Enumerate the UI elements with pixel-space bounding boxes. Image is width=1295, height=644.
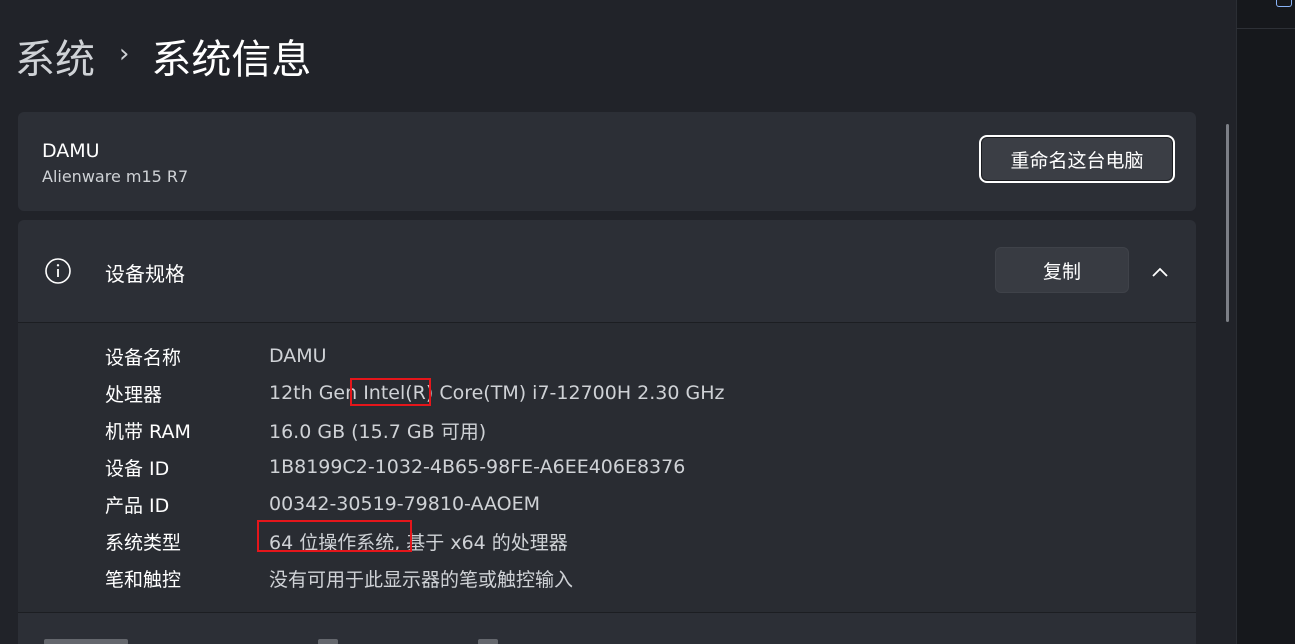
spec-row-device-name: 设备名称 DAMU xyxy=(105,341,327,371)
device-name: DAMU xyxy=(42,140,100,162)
divider xyxy=(1236,0,1237,644)
spec-value[interactable]: DAMU xyxy=(269,345,327,367)
spec-row-product-id: 产品 ID 00342-30519-79810-AAOEM xyxy=(105,489,540,519)
spec-row-pen-touch: 笔和触控 没有可用于此显示器的笔或触控输入 xyxy=(105,563,573,593)
spec-label: 机带 RAM xyxy=(105,420,191,443)
spec-value[interactable]: 00342-30519-79810-AAOEM xyxy=(269,493,540,515)
highlight-box-intel xyxy=(350,378,431,406)
breadcrumb-separator-icon: › xyxy=(119,39,130,69)
info-icon xyxy=(45,258,71,284)
spec-value[interactable]: 没有可用于此显示器的笔或触控输入 xyxy=(269,565,573,592)
spec-value[interactable]: 16.0 GB (15.7 GB 可用) xyxy=(269,417,486,444)
spec-row-ram: 机带 RAM 16.0 GB (15.7 GB 可用) xyxy=(105,415,486,445)
spec-label: 设备 ID xyxy=(105,457,170,480)
next-card-text-peek xyxy=(478,639,498,644)
spec-label: 设备名称 xyxy=(105,346,182,369)
device-specs-card: 设备规格 复制 设备名称 DAMU 处理器 12th Gen Intel(R) … xyxy=(18,220,1196,620)
spec-label: 系统类型 xyxy=(105,531,182,554)
page-title: 系统信息 xyxy=(151,37,312,83)
settings-window: 系统 › 系统信息 DAMU Alienware m15 R7 重命名这台电脑 … xyxy=(0,0,1295,644)
device-model: Alienware m15 R7 xyxy=(42,167,189,186)
spec-label: 笔和触控 xyxy=(105,568,182,591)
device-card: DAMU Alienware m15 R7 重命名这台电脑 xyxy=(18,112,1196,211)
scrollbar-thumb[interactable] xyxy=(1226,124,1229,322)
device-specs-title: 设备规格 xyxy=(105,262,185,286)
spec-row-device-id: 设备 ID 1B8199C2-1032-4B65-98FE-A6EE406E83… xyxy=(105,452,685,482)
spec-label: 产品 ID xyxy=(105,494,170,517)
rename-pc-button[interactable]: 重命名这台电脑 xyxy=(979,135,1175,183)
copy-button[interactable]: 复制 xyxy=(995,247,1129,293)
device-specs-header[interactable]: 设备规格 复制 xyxy=(18,220,1196,323)
spec-value[interactable]: 1B8199C2-1032-4B65-98FE-A6EE406E8376 xyxy=(269,456,685,478)
next-card-text-peek xyxy=(44,639,128,644)
chevron-up-icon[interactable] xyxy=(1148,260,1172,284)
divider xyxy=(1236,28,1295,29)
spec-label: 处理器 xyxy=(105,383,163,406)
next-card-peek xyxy=(18,612,1196,644)
window-icon xyxy=(1276,0,1292,7)
next-card-text-peek xyxy=(318,639,338,644)
highlight-box-64bit xyxy=(257,520,412,552)
breadcrumb-system[interactable]: 系统 xyxy=(15,27,95,85)
device-specs-body: 设备名称 DAMU 处理器 12th Gen Intel(R) Core(TM)… xyxy=(18,323,1196,620)
breadcrumb: 系统 › 系统信息 xyxy=(15,28,311,84)
adjacent-window-strip xyxy=(1236,0,1295,644)
spec-value[interactable]: 12th Gen Intel(R) Core(TM) i7-12700H 2.3… xyxy=(269,382,725,404)
